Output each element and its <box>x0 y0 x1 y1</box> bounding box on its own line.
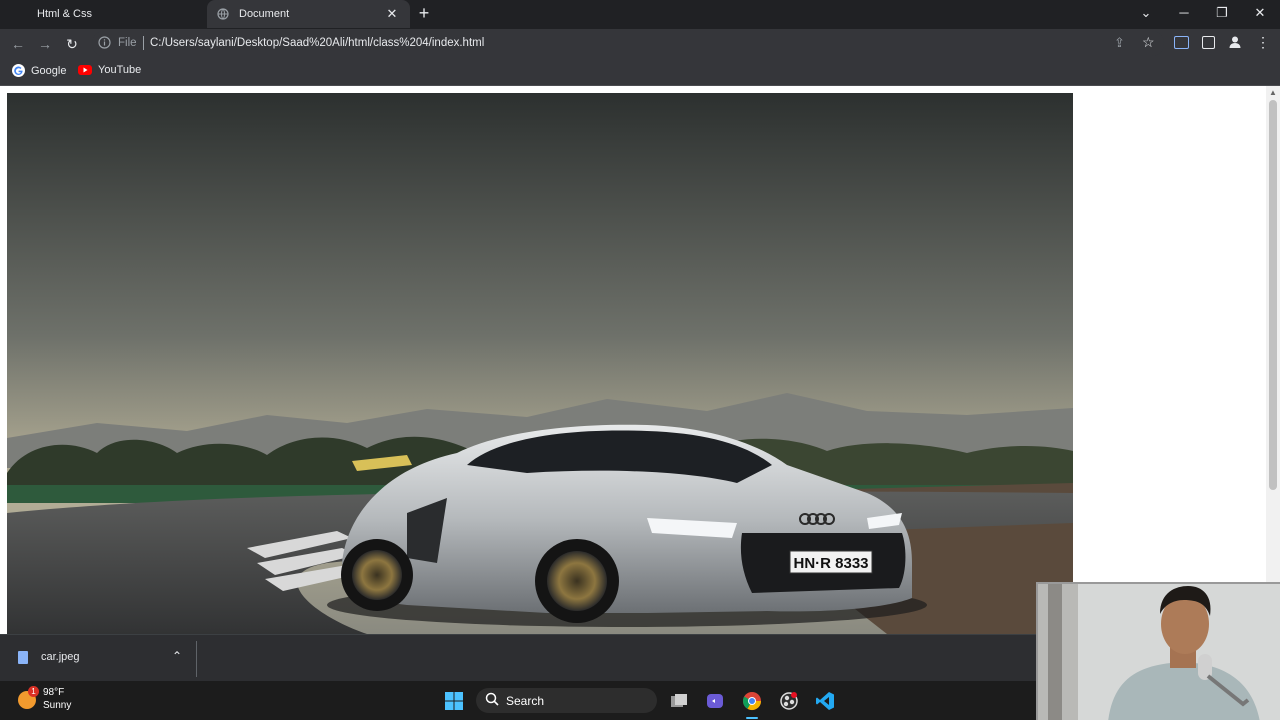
tab-title: Document <box>239 8 290 20</box>
url-scheme: File <box>118 37 137 49</box>
page-viewport: HN·R 8333 ▲ <box>0 86 1280 634</box>
obs-icon[interactable] <box>776 688 802 714</box>
cast-icon[interactable] <box>1174 36 1189 49</box>
bookmark-label: YouTube <box>98 64 142 76</box>
forward-icon[interactable]: → <box>35 34 55 54</box>
menu-icon[interactable]: ⋮ <box>1256 34 1270 50</box>
scrollbar-thumb[interactable] <box>1269 100 1277 490</box>
search-label: Search <box>506 694 545 708</box>
weather-temp[interactable]: 98°F <box>43 687 64 698</box>
back-icon[interactable]: ← <box>8 34 28 54</box>
taskbar: 1 98°F Sunny Search <box>0 681 1036 720</box>
webcam-overlay <box>1036 582 1280 720</box>
side-panel-icon[interactable] <box>1202 36 1215 49</box>
globe-icon <box>217 8 233 20</box>
download-filename[interactable]: car.jpeg <box>41 651 80 663</box>
info-icon[interactable] <box>98 36 112 50</box>
bookmark-youtube[interactable]: YouTube <box>78 64 141 76</box>
profile-icon[interactable] <box>1228 35 1242 52</box>
active-indicator <box>746 717 758 719</box>
tab-strip: Html & Css ✕ Document ✕ + ⌄ ─ ❐ ✕ <box>0 0 1280 29</box>
bookmark-google[interactable]: Google <box>12 64 66 77</box>
weather-desc[interactable]: Sunny <box>43 700 71 711</box>
divider <box>143 36 144 50</box>
star-icon[interactable]: ☆ <box>1142 34 1155 51</box>
file-icon <box>18 651 28 664</box>
toolbar: ← → ↻ File C:/Users/saylani/Desktop/Saad… <box>0 29 1280 58</box>
windows-start-icon[interactable] <box>441 688 467 714</box>
teams-icon[interactable] <box>702 688 728 714</box>
bookmarks-bar: Google YouTube <box>0 58 1280 86</box>
chrome-icon[interactable] <box>739 688 765 714</box>
license-plate: HN·R 8333 <box>793 555 868 572</box>
tab-search-icon[interactable]: ⌄ <box>1134 4 1158 22</box>
car-image: HN·R 8333 <box>7 93 1073 634</box>
downloads-bar: car.jpeg ⌃ <box>0 634 1036 682</box>
search-icon <box>485 692 499 709</box>
url-text[interactable]: C:/Users/saylani/Desktop/Saad%20Ali/html… <box>150 37 484 49</box>
close-icon[interactable]: ✕ <box>384 6 400 22</box>
vscode-icon[interactable] <box>812 688 838 714</box>
reload-icon[interactable]: ↻ <box>62 34 82 54</box>
scrollbar[interactable]: ▲ <box>1266 86 1280 634</box>
tab-title: Html & Css <box>37 8 92 20</box>
share-icon[interactable]: ⇪ <box>1114 35 1125 51</box>
new-tab-button[interactable]: + <box>414 3 434 23</box>
restore-button[interactable]: ❐ <box>1210 4 1234 22</box>
google-icon <box>12 64 25 77</box>
notification-badge: 1 <box>28 686 39 697</box>
minimize-button[interactable]: ─ <box>1172 4 1196 22</box>
task-view-icon[interactable] <box>666 688 692 714</box>
scroll-up-icon[interactable]: ▲ <box>1269 88 1277 97</box>
chevron-up-icon[interactable]: ⌃ <box>172 649 182 663</box>
bookmark-label: Google <box>31 64 67 77</box>
address-bar[interactable]: File C:/Users/saylani/Desktop/Saad%20Ali… <box>92 31 1164 56</box>
close-window-button[interactable]: ✕ <box>1248 4 1272 22</box>
tab-document[interactable]: Document ✕ <box>207 0 410 28</box>
tab-html-css[interactable]: Html & Css ✕ <box>27 0 230 28</box>
youtube-icon <box>78 65 92 75</box>
taskbar-search[interactable]: Search <box>476 688 657 713</box>
divider <box>196 641 197 677</box>
